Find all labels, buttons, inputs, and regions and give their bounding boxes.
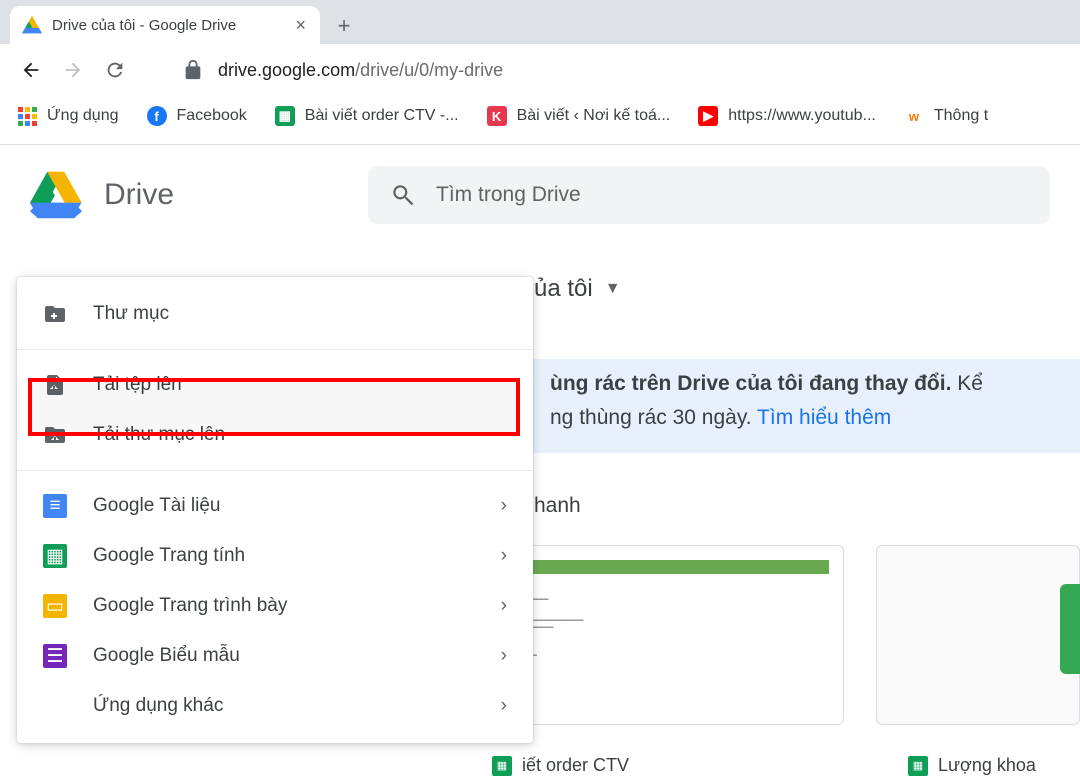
menu-separator	[17, 349, 533, 350]
bookmark-order[interactable]: ▦ Bài viết order CTV -...	[275, 106, 459, 126]
chevron-right-icon: ›	[501, 495, 507, 517]
bookmark-youtube[interactable]: ▶ https://www.youtub...	[698, 106, 876, 126]
notice-banner: ùng rác trên Drive của tôi đang thay đổi…	[532, 359, 1080, 453]
drive-logo-icon[interactable]	[30, 169, 82, 221]
menu-folder-upload[interactable]: Tải thư mục lên	[17, 410, 533, 460]
sheets-icon: ▦	[908, 756, 928, 776]
forward-icon[interactable]	[62, 59, 84, 81]
caret-down-icon: ▼	[605, 280, 621, 298]
folder-upload-icon	[43, 423, 67, 447]
search-box[interactable]: Tìm trong Drive	[368, 166, 1050, 224]
file-thumbnail-2[interactable]	[876, 545, 1080, 725]
drive-favicon-icon	[22, 15, 42, 35]
lock-icon	[182, 59, 204, 81]
menu-more[interactable]: Ứng dụng khác ›	[17, 681, 533, 731]
bookmark-thong[interactable]: w Thông t	[904, 106, 988, 126]
drive-title: Drive	[104, 178, 174, 212]
file-thumbnail-1[interactable]: ▬▬▬▬▬▬▬ ▬▬▬▬▬▬▬▬▬▬▬▬▬▬ ▬▬▬▬▬▬▬▬▬▬▬▬▬▬ ▬▬…	[484, 545, 844, 725]
menu-file-upload[interactable]: Tải tệp lên	[17, 360, 533, 410]
chevron-right-icon: ›	[501, 545, 507, 567]
nav-bar: drive.google.com/drive/u/0/my-drive	[0, 44, 1080, 96]
thumbnail-preview: ▬▬▬▬▬▬▬ ▬▬▬▬▬▬▬▬▬▬▬▬▬▬ ▬▬▬▬▬▬▬▬▬▬▬▬▬▬ ▬▬…	[499, 560, 829, 710]
new-tab-button[interactable]: +	[330, 12, 358, 40]
back-icon[interactable]	[20, 59, 42, 81]
browser-tab[interactable]: Drive của tôi - Google Drive ×	[10, 6, 320, 44]
close-icon[interactable]: ×	[295, 15, 306, 36]
drive-header: Drive Tìm trong Drive	[0, 145, 1080, 245]
chevron-right-icon: ›	[501, 595, 507, 617]
url-bar[interactable]: drive.google.com/drive/u/0/my-drive	[218, 60, 503, 81]
tab-title: Drive của tôi - Google Drive	[52, 17, 236, 34]
menu-forms[interactable]: ☰ Google Biểu mẫu ›	[17, 631, 533, 681]
menu-docs[interactable]: ≡ Google Tài liệu ›	[17, 481, 533, 531]
section-title: hanh	[534, 494, 581, 518]
docs-icon: ≡	[43, 494, 67, 518]
learn-more-link[interactable]: Tìm hiểu thêm	[757, 406, 891, 429]
file-label-1: ▦iết order CTV	[492, 755, 629, 776]
bookmark-blog[interactable]: K Bài viết ‹ Nơi kế toá...	[487, 106, 671, 126]
search-placeholder: Tìm trong Drive	[436, 183, 581, 207]
facebook-icon: f	[147, 106, 167, 126]
file-upload-icon	[43, 373, 67, 397]
bookmark-facebook[interactable]: f Facebook	[147, 106, 247, 126]
sheets-icon: ▦	[492, 756, 512, 776]
sheets-icon: ▦	[275, 106, 295, 126]
sheets-icon: ▦	[43, 544, 67, 568]
youtube-icon: ▶	[698, 106, 718, 126]
bookmarks-bar: Ứng dụng f Facebook ▦ Bài viết order CTV…	[0, 96, 1080, 142]
breadcrumb[interactable]: ủa tôi ▼	[534, 275, 621, 303]
search-icon	[390, 182, 416, 208]
menu-new-folder[interactable]: Thư mục	[17, 289, 533, 339]
blog-icon: K	[487, 106, 507, 126]
tab-bar: Drive của tôi - Google Drive × +	[0, 0, 1080, 44]
apps-grid-icon	[18, 107, 37, 126]
folder-plus-icon	[43, 302, 67, 326]
slides-icon: ▭	[43, 594, 67, 618]
reload-icon[interactable]	[104, 59, 126, 81]
chevron-right-icon: ›	[501, 695, 507, 717]
menu-slides[interactable]: ▭ Google Trang trình bày ›	[17, 581, 533, 631]
new-context-menu: Thư mục Tải tệp lên Tải thư mục lên ≡ Go…	[17, 277, 533, 743]
menu-separator	[17, 470, 533, 471]
side-indicator	[1060, 584, 1080, 674]
forms-icon: ☰	[43, 644, 67, 668]
bookmark-apps[interactable]: Ứng dụng	[18, 107, 119, 126]
generic-icon: w	[904, 106, 924, 126]
file-label-2: ▦Lượng khoa	[908, 755, 1036, 776]
empty-icon	[43, 694, 67, 718]
chevron-right-icon: ›	[501, 645, 507, 667]
menu-sheets[interactable]: ▦ Google Trang tính ›	[17, 531, 533, 581]
browser-chrome: Drive của tôi - Google Drive × + drive.g…	[0, 0, 1080, 145]
